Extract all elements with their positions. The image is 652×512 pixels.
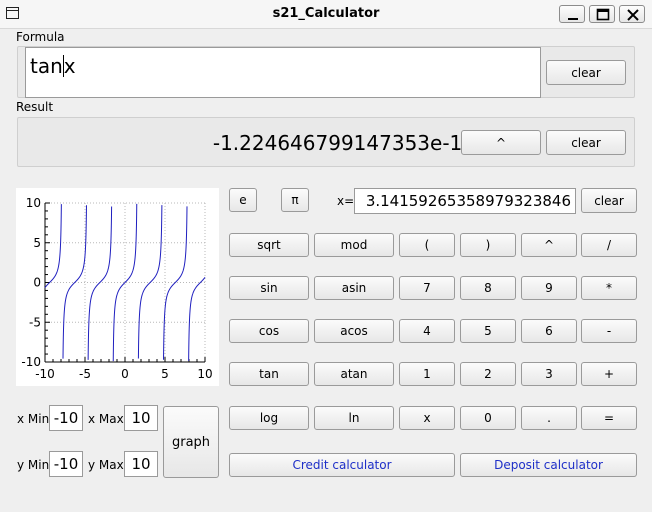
tan-curve-branch xyxy=(87,206,113,360)
result-value: -1.224646799147353e-16 xyxy=(212,131,475,155)
ymin-label: y Min xyxy=(17,458,50,472)
y-tick-label: -10 xyxy=(21,355,41,369)
key-2-1-button[interactable]: acos xyxy=(314,319,394,343)
close-button[interactable] xyxy=(619,5,645,23)
xmin-input[interactable]: -10 xyxy=(49,405,83,431)
key-4-1-button[interactable]: ln xyxy=(314,406,394,430)
key-2-5-button[interactable]: - xyxy=(581,319,637,343)
x-tick-label: -10 xyxy=(35,367,55,381)
ymax-input[interactable]: 10 xyxy=(124,451,158,477)
key-1-0-button[interactable]: sin xyxy=(229,276,309,300)
key-3-0-button[interactable]: tan xyxy=(229,362,309,386)
key-4-4-button[interactable]: . xyxy=(521,406,577,430)
e-constant-button[interactable]: e xyxy=(229,188,257,212)
key-3-5-button[interactable]: + xyxy=(581,362,637,386)
maximize-icon xyxy=(596,8,610,21)
key-3-4-button[interactable]: 3 xyxy=(521,362,577,386)
y-tick-label: 0 xyxy=(33,276,41,290)
x-clear-button[interactable]: clear xyxy=(581,188,637,213)
formula-clear-button[interactable]: clear xyxy=(546,60,626,85)
tan-curve-branch xyxy=(137,205,163,359)
key-2-2-button[interactable]: 4 xyxy=(399,319,455,343)
xmax-input[interactable]: 10 xyxy=(124,405,158,431)
result-to-formula-button[interactable]: ^ xyxy=(461,130,541,155)
y-tick-label: 5 xyxy=(33,236,41,250)
key-1-1-button[interactable]: asin xyxy=(314,276,394,300)
graph-button[interactable]: graph xyxy=(163,406,219,478)
tan-curve-branch xyxy=(188,277,206,361)
key-0-4-button[interactable]: ^ xyxy=(521,233,577,257)
key-2-4-button[interactable]: 6 xyxy=(521,319,577,343)
key-0-2-button[interactable]: ( xyxy=(399,233,455,257)
maximize-button[interactable] xyxy=(589,5,615,23)
tan-chart: -10 -5 0 5 10 10 5 0 -5 -10 xyxy=(21,196,212,381)
graph-plot: -10 -5 0 5 10 10 5 0 -5 -10 xyxy=(16,188,219,386)
result-label: Result xyxy=(16,100,54,114)
credit-calculator-button[interactable]: Credit calculator xyxy=(229,453,455,477)
close-icon xyxy=(627,9,639,21)
formula-input[interactable] xyxy=(25,47,541,98)
key-4-3-button[interactable]: 0 xyxy=(460,406,516,430)
tan-curve-branch xyxy=(62,205,87,359)
minimize-icon xyxy=(568,18,578,20)
key-0-0-button[interactable]: sqrt xyxy=(229,233,309,257)
deposit-calculator-button[interactable]: Deposit calculator xyxy=(460,453,637,477)
formula-text: tanx xyxy=(30,54,76,78)
title-bar: s21_Calculator xyxy=(0,0,652,29)
key-4-2-button[interactable]: x xyxy=(399,406,455,430)
formula-label: Formula xyxy=(16,30,65,44)
key-1-4-button[interactable]: 9 xyxy=(521,276,577,300)
y-tick-label: 10 xyxy=(26,196,41,210)
y-tick-label: -5 xyxy=(29,315,41,329)
x-tick-label: 10 xyxy=(197,367,212,381)
x-tick-label: 5 xyxy=(161,367,169,381)
tan-curve-branch xyxy=(44,204,62,288)
key-1-2-button[interactable]: 7 xyxy=(399,276,455,300)
minimize-button[interactable] xyxy=(559,5,585,23)
key-4-0-button[interactable]: log xyxy=(229,406,309,430)
window-title: s21_Calculator xyxy=(272,6,380,21)
key-3-2-button[interactable]: 1 xyxy=(399,362,455,386)
key-4-5-button[interactable]: = xyxy=(581,406,637,430)
pi-constant-button[interactable]: π xyxy=(281,188,309,212)
x-value-label: x= xyxy=(337,194,355,208)
x-value-input[interactable]: 3.14159265358979323846 xyxy=(354,188,576,214)
key-1-5-button[interactable]: * xyxy=(581,276,637,300)
key-3-3-button[interactable]: 2 xyxy=(460,362,516,386)
key-3-1-button[interactable]: atan xyxy=(314,362,394,386)
result-clear-button[interactable]: clear xyxy=(546,130,626,155)
x-tick-label: 0 xyxy=(121,367,129,381)
key-2-0-button[interactable]: cos xyxy=(229,319,309,343)
key-1-3-button[interactable]: 8 xyxy=(460,276,516,300)
x-tick-label: -5 xyxy=(79,367,91,381)
xmax-label: x Max xyxy=(88,412,124,426)
xmin-label: x Min xyxy=(17,412,50,426)
key-0-3-button[interactable]: ) xyxy=(460,233,516,257)
key-0-1-button[interactable]: mod xyxy=(314,233,394,257)
key-0-5-button[interactable]: / xyxy=(581,233,637,257)
ymin-input[interactable]: -10 xyxy=(49,451,83,477)
ymax-label: y Max xyxy=(88,458,124,472)
tan-curve-branch xyxy=(163,206,188,360)
key-2-3-button[interactable]: 5 xyxy=(460,319,516,343)
